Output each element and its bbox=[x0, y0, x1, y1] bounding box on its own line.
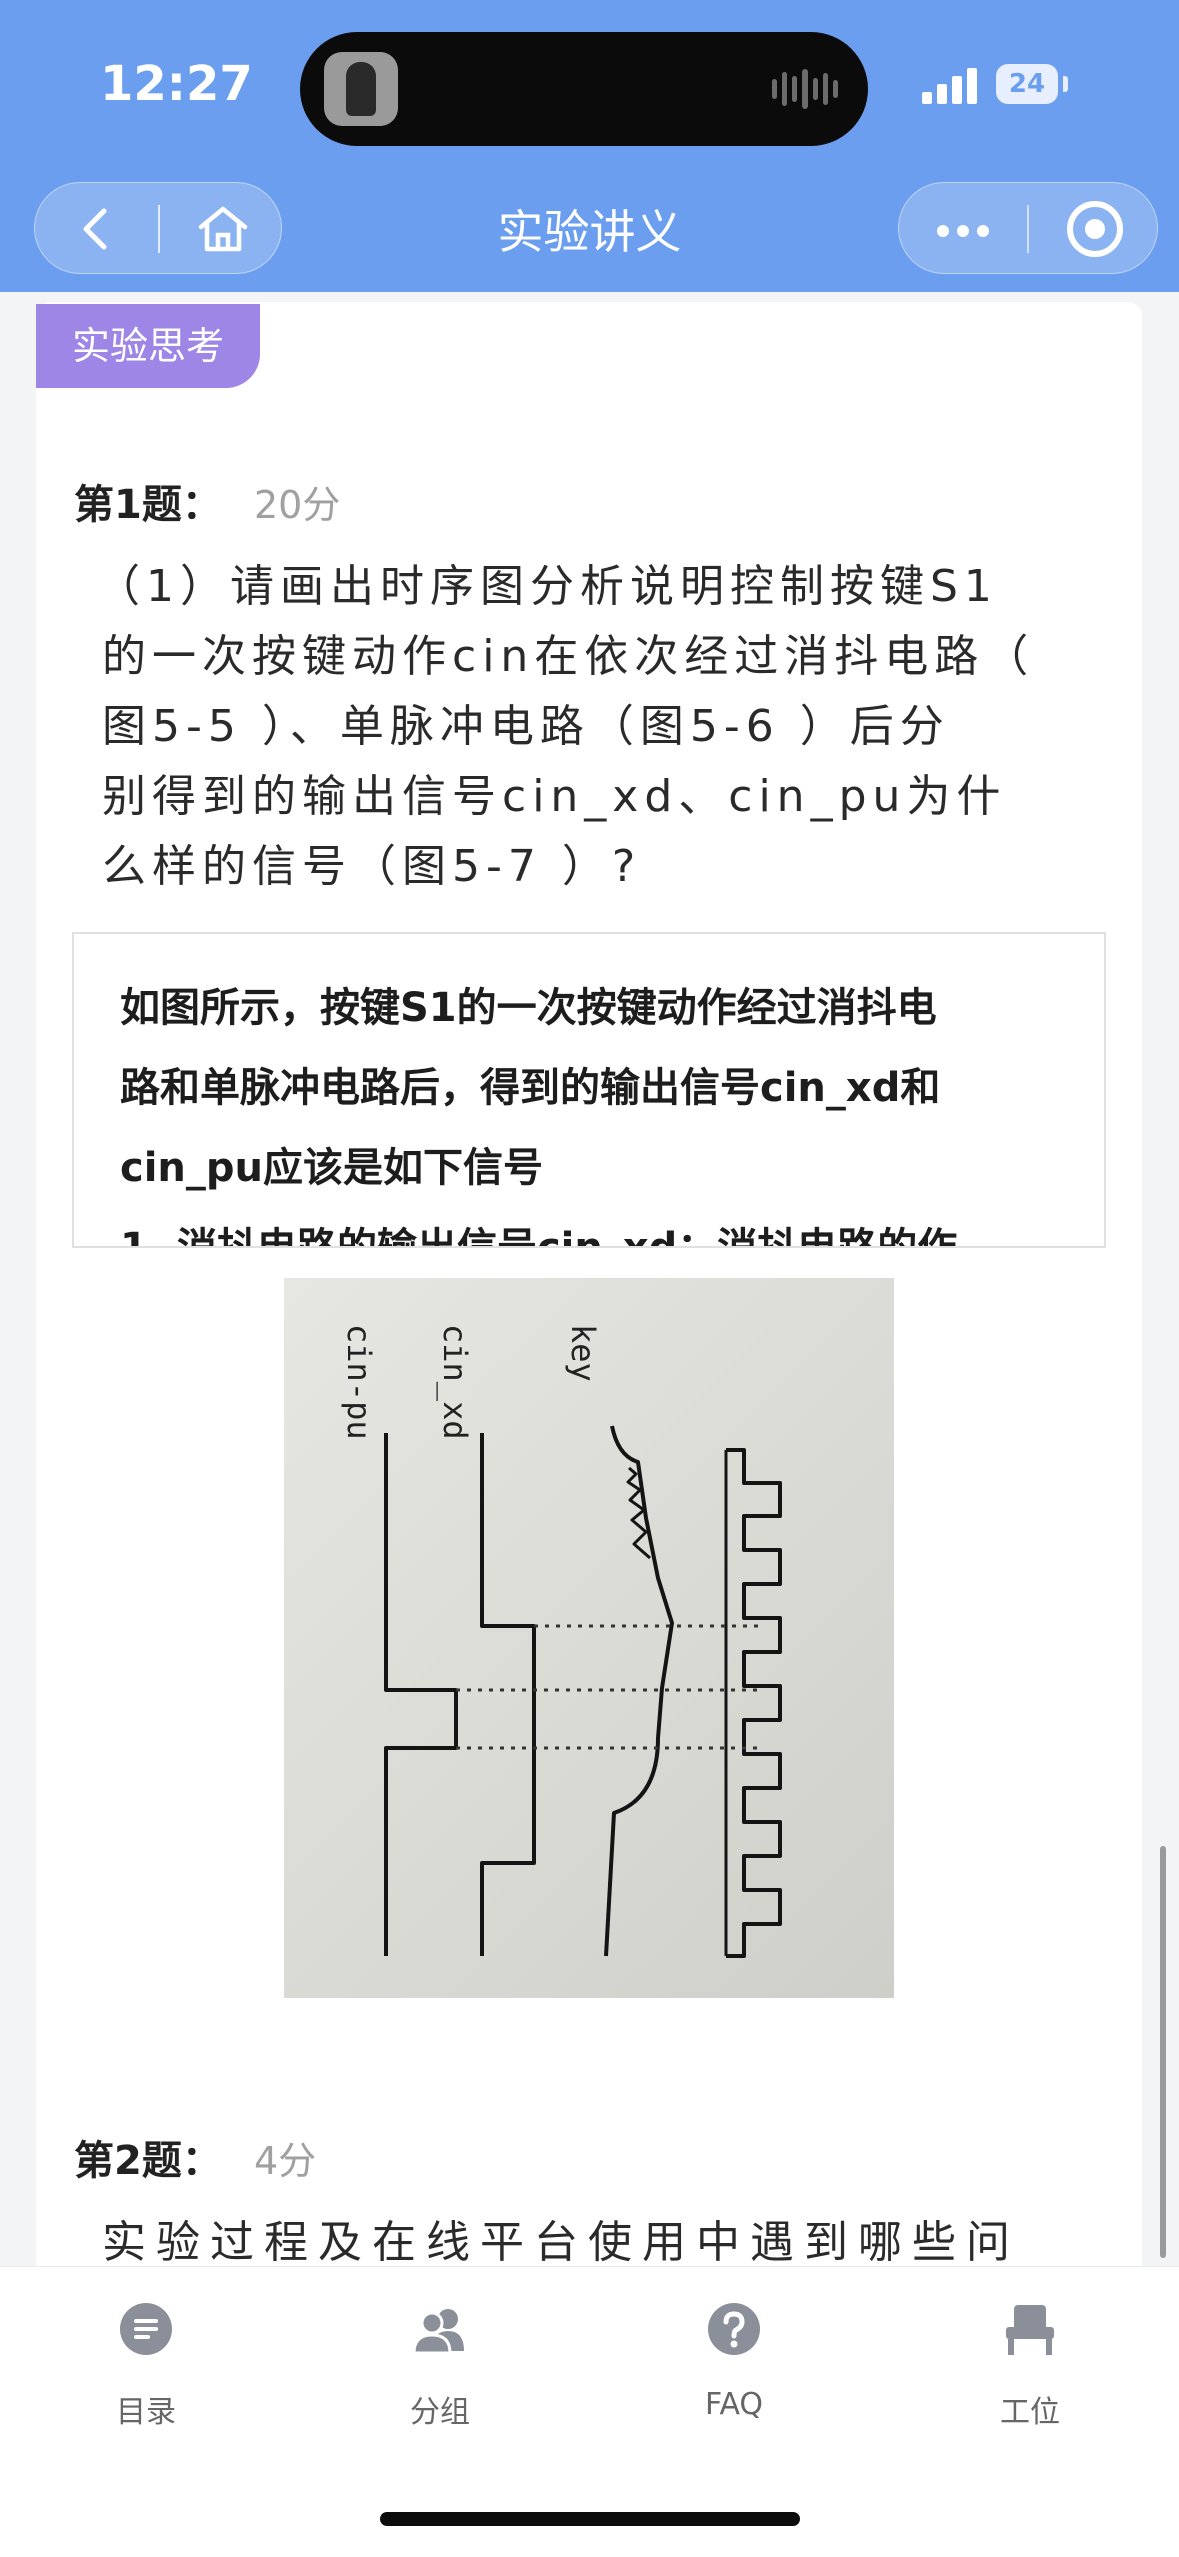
now-playing-thumbnail bbox=[324, 52, 398, 126]
group-icon bbox=[412, 2309, 464, 2355]
clock-waveform bbox=[726, 1448, 782, 1958]
figure-label-key: key bbox=[564, 1324, 602, 1382]
cell-signal-icon bbox=[922, 68, 978, 104]
timing-diagram-image[interactable]: cin-pu cin_xd key bbox=[284, 1278, 894, 1998]
workstation-seat-icon bbox=[1006, 2305, 1054, 2355]
tab-label: 目录 bbox=[116, 2395, 176, 2430]
question-2-label: 第2题： bbox=[74, 2138, 222, 2184]
audio-wave-icon bbox=[772, 68, 838, 110]
more-dot-icon bbox=[937, 225, 949, 237]
figure-label-cin-xd: cin_xd bbox=[436, 1324, 474, 1440]
answer-text: 如图所示，按键S1的一次按键动作经过消抖电 路和单脉冲电路后，得到的输出信号ci… bbox=[120, 968, 1060, 1248]
mini-program-capsule bbox=[898, 182, 1158, 274]
cin-pu-waveform bbox=[384, 1433, 458, 1956]
cin-xd-waveform bbox=[480, 1433, 536, 1956]
question-icon bbox=[708, 2303, 760, 2355]
close-miniprogram-button[interactable] bbox=[1029, 183, 1157, 275]
dynamic-island bbox=[300, 32, 868, 146]
status-time: 12:27 bbox=[100, 56, 253, 112]
answer-line: 如图所示，按键S1的一次按键动作经过消抖电 bbox=[120, 985, 937, 1031]
battery-tip bbox=[1063, 76, 1068, 92]
home-indicator bbox=[380, 2512, 800, 2526]
tab-label: 工位 bbox=[1000, 2395, 1060, 2430]
tab-faq[interactable]: FAQ bbox=[644, 2301, 824, 2441]
question-1-label: 第1题： bbox=[74, 482, 222, 528]
answer-box[interactable]: 如图所示，按键S1的一次按键动作经过消抖电 路和单脉冲电路后，得到的输出信号ci… bbox=[72, 932, 1106, 1248]
question-1-score: 20分 bbox=[254, 483, 341, 527]
question-line: 么样的信号（图5-7 ）? bbox=[102, 841, 642, 892]
figure-label-cin-pu: cin-pu bbox=[340, 1324, 378, 1440]
more-button[interactable] bbox=[899, 183, 1027, 275]
tab-catalog[interactable]: 目录 bbox=[56, 2301, 236, 2441]
menu-doc-icon bbox=[120, 2303, 172, 2355]
question-line: 图5-5 ）、单脉冲电路（图5-6 ）后分 bbox=[102, 701, 950, 752]
tab-workstation[interactable]: 工位 bbox=[940, 2301, 1120, 2441]
tab-label: FAQ bbox=[704, 2387, 764, 2422]
question-line: 的一次按键动作cin在依次经过消抖电路（ bbox=[102, 631, 1035, 682]
question-2-score: 4分 bbox=[254, 2139, 317, 2183]
battery-icon: 24 bbox=[996, 64, 1058, 104]
more-dot-icon bbox=[977, 225, 989, 237]
answer-line: cin_pu应该是如下信号 bbox=[120, 1145, 544, 1191]
tab-label: 分组 bbox=[410, 2395, 470, 2430]
answer-line: 1. 消抖电路的输出信号cin_xd：消抖电路的作 bbox=[120, 1225, 958, 1248]
question-1-text: （1）请画出时序图分析说明控制按键S1 的一次按键动作cin在依次经过消抖电路（… bbox=[96, 552, 1102, 902]
question-line: （1）请画出时序图分析说明控制按键S1 bbox=[96, 561, 998, 612]
scrollbar[interactable] bbox=[1160, 1846, 1166, 2258]
section-tag: 实验思考 bbox=[36, 304, 260, 388]
question-line: 别得到的输出信号cin_xd、cin_pu为什 bbox=[102, 771, 1007, 822]
tab-group[interactable]: 分组 bbox=[350, 2301, 530, 2441]
answer-line: 路和单脉冲电路后，得到的输出信号cin_xd和 bbox=[120, 1065, 941, 1111]
more-dot-icon bbox=[957, 225, 969, 237]
